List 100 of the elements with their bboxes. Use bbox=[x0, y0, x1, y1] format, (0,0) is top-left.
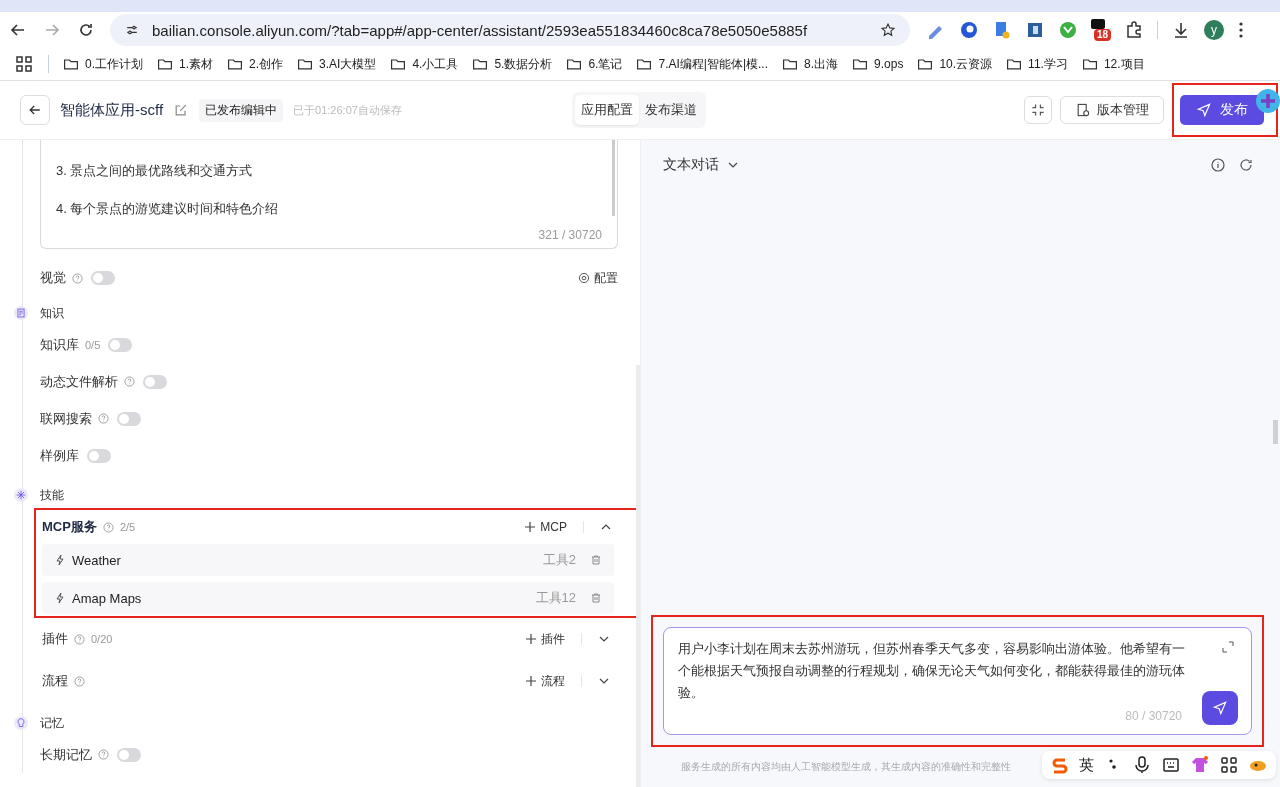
keyboard-icon[interactable] bbox=[1161, 755, 1181, 775]
info-icon[interactable] bbox=[1210, 157, 1226, 173]
bookmark-link[interactable]: 3.AI大模型 bbox=[319, 55, 377, 73]
bookmark-link[interactable]: 9.ops bbox=[874, 57, 904, 71]
config-tab[interactable]: 应用配置 bbox=[575, 95, 639, 125]
back-button[interactable] bbox=[20, 95, 50, 125]
bookmark-link[interactable]: 4.小工具 bbox=[412, 55, 459, 73]
mcp-service-item[interactable]: Amap Maps 工具12 bbox=[42, 582, 614, 614]
toggle-switch[interactable] bbox=[117, 747, 141, 762]
send-button[interactable] bbox=[1202, 691, 1238, 725]
folder-icon bbox=[297, 56, 314, 72]
setting-label: 长期记忆 bbox=[40, 745, 92, 764]
star-icon[interactable] bbox=[880, 22, 896, 38]
config-button[interactable]: 配置 bbox=[578, 269, 618, 287]
puzzle-icon[interactable] bbox=[1124, 20, 1144, 40]
setting-label: 知识库 bbox=[40, 335, 79, 354]
bookmark-link[interactable]: 12.项目 bbox=[1103, 55, 1145, 73]
count-text: 0/5 bbox=[85, 338, 101, 351]
help-icon[interactable] bbox=[124, 376, 135, 387]
microphone-icon[interactable] bbox=[1132, 755, 1152, 775]
character-counter: 80 / 30720 bbox=[1125, 709, 1182, 723]
section-title: 技能 bbox=[40, 486, 64, 504]
autosave-text: 已于01:26:07自动保存 bbox=[293, 102, 402, 118]
folder-icon bbox=[917, 56, 934, 72]
bookmark-link[interactable]: 2.创作 bbox=[249, 55, 284, 73]
help-icon[interactable] bbox=[98, 413, 109, 424]
section-title: 知识 bbox=[40, 304, 64, 322]
publish-button[interactable]: 发布 bbox=[1180, 95, 1264, 125]
bulb-icon bbox=[14, 716, 28, 730]
plus-icon bbox=[524, 521, 537, 533]
toggle-switch[interactable] bbox=[108, 337, 133, 352]
target-icon bbox=[578, 272, 590, 284]
scrollbar-thumb[interactable] bbox=[612, 140, 615, 216]
section-title: 记忆 bbox=[40, 714, 64, 732]
refresh-icon[interactable] bbox=[1238, 157, 1254, 173]
address-bar[interactable]: bailian.console.aliyun.com/?tab=app#/app-center/assistant/2593ea551834460c8ca78e5050e5885f bbox=[110, 14, 910, 46]
setting-label: 流程 bbox=[42, 672, 68, 690]
folder-icon bbox=[63, 56, 79, 72]
shirt-icon[interactable] bbox=[1190, 755, 1210, 775]
add-button[interactable]: 插件 bbox=[525, 630, 565, 648]
mode-dropdown[interactable]: 文本对话 bbox=[663, 156, 739, 174]
help-icon[interactable] bbox=[98, 749, 109, 760]
circle-extension-icon[interactable] bbox=[959, 20, 979, 40]
folder-icon bbox=[566, 56, 583, 72]
folder-icon bbox=[1006, 56, 1023, 72]
help-icon[interactable] bbox=[74, 675, 85, 687]
check-extension-icon[interactable] bbox=[1058, 20, 1078, 40]
plus-icon[interactable] bbox=[1256, 89, 1280, 113]
prompt-field[interactable]: 3. 景点之间的最优路线和交通方式 4. 每个景点的游览建议时间和特色介绍 321 / 30720 bbox=[40, 140, 618, 249]
folder-icon bbox=[227, 56, 244, 72]
prompt-line: 3. 景点之间的最优路线和交通方式 bbox=[56, 162, 254, 180]
delete-icon[interactable] bbox=[590, 554, 602, 566]
toggle-switch[interactable] bbox=[143, 374, 167, 389]
folder-icon bbox=[1081, 56, 1098, 72]
setting-label: 插件 bbox=[42, 630, 68, 648]
help-icon[interactable] bbox=[72, 272, 83, 284]
send-icon bbox=[1196, 102, 1212, 118]
setting-label: 样例库 bbox=[40, 446, 79, 465]
bookmark-link[interactable]: 5.数据分析 bbox=[494, 55, 553, 73]
url-text: bailian.console.aliyun.com/?tab=app#/app-center/assistant/2593ea551834460c8ca78e5050e5885f bbox=[152, 21, 808, 39]
folder-icon bbox=[782, 56, 799, 72]
status-badge: 已发布编辑中 bbox=[199, 98, 284, 122]
mcp-service-item[interactable]: Weather 工具2 bbox=[42, 544, 614, 576]
more-icon[interactable] bbox=[1237, 20, 1245, 40]
folder-icon bbox=[852, 56, 869, 72]
apps-grid-icon[interactable] bbox=[14, 54, 34, 74]
bookmark-link[interactable]: 7.AI编程|智能体|模... bbox=[658, 55, 769, 73]
send-icon bbox=[1212, 700, 1228, 716]
bookmark-link[interactable]: 11.学习 bbox=[1028, 55, 1068, 73]
input-language-toggle[interactable]: 英 bbox=[1079, 755, 1094, 775]
bookmark-link[interactable]: 8.出海 bbox=[804, 55, 839, 73]
document-clock-icon bbox=[1075, 102, 1091, 118]
add-button[interactable]: 流程 bbox=[525, 672, 565, 690]
chat-extension-icon[interactable] bbox=[1091, 19, 1105, 29]
square-extension-icon[interactable] bbox=[1025, 20, 1045, 40]
help-icon[interactable] bbox=[102, 521, 114, 533]
profile-avatar[interactable]: y bbox=[1204, 20, 1224, 40]
bookmark-link[interactable]: 1.素材 bbox=[179, 55, 214, 73]
prompt-line: 4. 每个景点的游览建议时间和特色介绍 bbox=[56, 200, 280, 218]
app-title: 智能体应用-scff bbox=[60, 100, 164, 120]
expand-icon[interactable] bbox=[1222, 641, 1234, 653]
help-icon[interactable] bbox=[74, 633, 85, 645]
folder-icon bbox=[390, 56, 407, 72]
collapse-button[interactable] bbox=[1024, 96, 1052, 124]
config-tab[interactable]: 发布渠道 bbox=[639, 95, 703, 125]
folder-icon bbox=[157, 56, 173, 72]
toggle-switch[interactable] bbox=[117, 411, 141, 426]
count-text: 2/5 bbox=[119, 521, 136, 533]
add-button[interactable]: MCP bbox=[524, 520, 567, 534]
toggle-switch[interactable] bbox=[91, 271, 115, 285]
bookmark-link[interactable]: 6.笔记 bbox=[588, 55, 623, 73]
bookmark-link[interactable]: 10.云资源 bbox=[939, 55, 993, 73]
version-button[interactable]: 版本管理 bbox=[1060, 96, 1164, 124]
delete-icon[interactable] bbox=[590, 592, 602, 604]
setting-label: 视觉 bbox=[40, 269, 66, 287]
bookmark-link[interactable]: 0.工作计划 bbox=[85, 55, 143, 73]
toggle-switch[interactable] bbox=[87, 448, 111, 463]
notification-badge: 18 bbox=[1094, 29, 1112, 41]
grid-icon[interactable] bbox=[1219, 755, 1239, 775]
scrollbar-thumb[interactable] bbox=[1273, 420, 1278, 444]
